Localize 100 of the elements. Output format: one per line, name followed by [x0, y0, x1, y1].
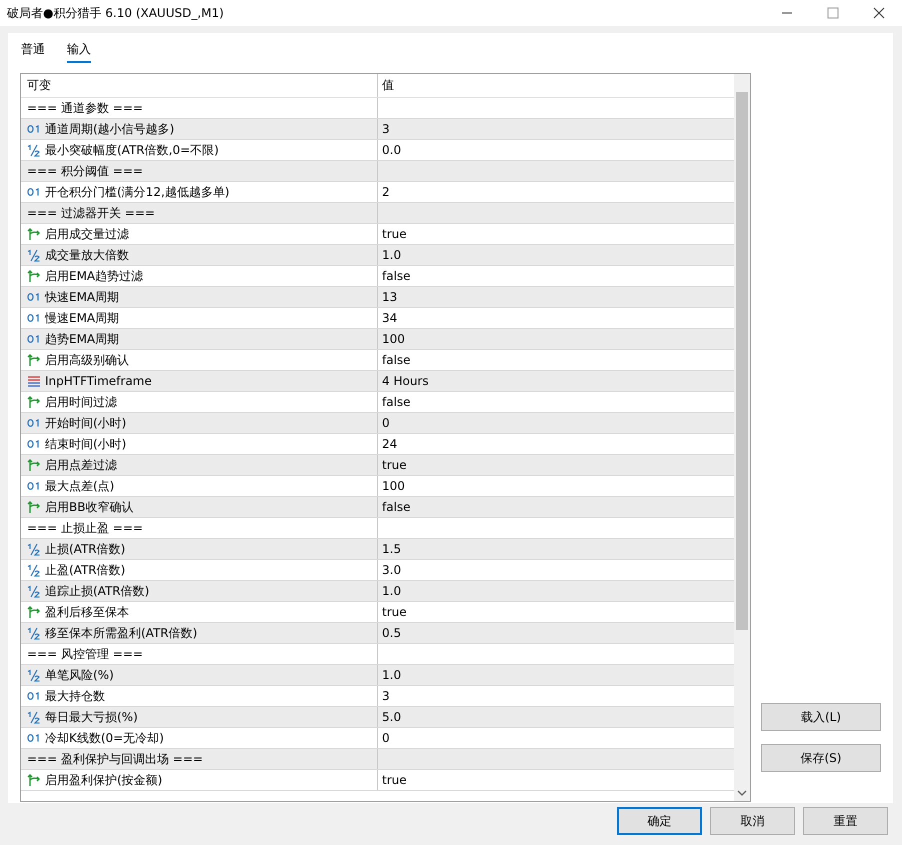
parameter-row[interactable]: 最大持仓数 3: [21, 686, 734, 707]
parameter-row[interactable]: 最小突破幅度(ATR倍数,0=不限) 0.0: [21, 140, 734, 161]
parameter-name: 单笔风险(%): [45, 666, 114, 684]
integer-icon: [27, 691, 41, 701]
chevron-down-icon[interactable]: [737, 790, 747, 796]
fraction-icon: [27, 710, 41, 724]
parameter-row[interactable]: 冷却K线数(0=无冷却) 0: [21, 728, 734, 749]
parameter-row[interactable]: 启用点差过滤 true: [21, 455, 734, 476]
parameter-value[interactable]: 0: [382, 731, 390, 745]
branch-arrow-icon: [27, 270, 41, 282]
parameter-row[interactable]: 结束时间(小时) 24: [21, 434, 734, 455]
tab[interactable]: 输入: [67, 39, 91, 63]
section-title: === 过滤器开关 ===: [27, 204, 155, 222]
dialog-button[interactable]: 取消: [710, 807, 795, 835]
parameter-row[interactable]: 盈利后移至保本 true: [21, 602, 734, 623]
parameter-value[interactable]: 4 Hours: [382, 374, 429, 388]
parameter-row[interactable]: 止盈(ATR倍数) 3.0: [21, 560, 734, 581]
integer-icon: [27, 292, 41, 302]
integer-icon: [27, 418, 41, 428]
parameter-value[interactable]: 34: [382, 311, 398, 325]
parameter-value[interactable]: 2: [382, 185, 390, 199]
parameter-row[interactable]: 启用BB收窄确认 false: [21, 497, 734, 518]
parameter-name: 启用BB收窄确认: [45, 498, 134, 516]
integer-icon: [27, 313, 41, 323]
parameter-value[interactable]: false: [382, 269, 411, 283]
parameter-name: 启用盈利保护(按金额): [45, 772, 162, 788]
parameter-row[interactable]: 单笔风险(%) 1.0: [21, 665, 734, 686]
list-icon: [27, 375, 41, 387]
section-row[interactable]: === 盈利保护与回调出场 ===: [21, 749, 734, 770]
column-header: 可变: [27, 77, 51, 94]
section-row[interactable]: === 过滤器开关 ===: [21, 203, 734, 224]
fraction-icon: [27, 668, 41, 682]
parameter-value[interactable]: 1.5: [382, 542, 402, 556]
parameter-name: 冷却K线数(0=无冷却): [45, 730, 164, 746]
parameter-row[interactable]: 趋势EMA周期 100: [21, 329, 734, 350]
parameter-value[interactable]: 0.5: [382, 626, 402, 640]
parameter-value[interactable]: 3: [382, 689, 390, 703]
parameter-value[interactable]: 0: [382, 416, 390, 430]
parameter-value[interactable]: 24: [382, 437, 398, 451]
parameter-value[interactable]: 3.0: [382, 563, 402, 577]
parameter-value[interactable]: true: [382, 458, 407, 472]
parameter-row[interactable]: 最大点差(点) 100: [21, 476, 734, 497]
parameter-value[interactable]: 1.0: [382, 584, 402, 598]
parameter-row[interactable]: 启用高级别确认 false: [21, 350, 734, 371]
side-button[interactable]: 保存(S): [761, 744, 881, 772]
scrollbar-thumb[interactable]: [736, 92, 748, 630]
parameter-value[interactable]: 0.0: [382, 143, 402, 157]
section-title: === 止损止盈 ===: [27, 520, 143, 536]
parameter-value[interactable]: 5.0: [382, 710, 402, 724]
column-header: 值: [382, 77, 394, 94]
parameter-value[interactable]: 3: [382, 122, 390, 136]
integer-icon: [27, 187, 41, 197]
section-title: === 积分阈值 ===: [27, 162, 143, 180]
parameter-row[interactable]: 成交量放大倍数 1.0: [21, 245, 734, 266]
parameter-row[interactable]: 快速EMA周期 13: [21, 287, 734, 308]
dialog-button[interactable]: 重置: [803, 807, 888, 835]
branch-arrow-icon: [27, 354, 41, 366]
parameter-row[interactable]: 启用盈利保护(按金额) true: [21, 770, 734, 791]
parameter-value[interactable]: 1.0: [382, 248, 402, 262]
parameter-value[interactable]: false: [382, 353, 411, 367]
parameter-row[interactable]: 止损(ATR倍数) 1.5: [21, 539, 734, 560]
parameter-row[interactable]: 开始时间(小时) 0: [21, 413, 734, 434]
section-row[interactable]: === 通道参数 ===: [21, 98, 734, 119]
integer-icon: [27, 334, 41, 344]
side-button[interactable]: 载入(L): [761, 703, 881, 731]
parameter-row[interactable]: InpHTFTimeframe 4 Hours: [21, 371, 734, 392]
parameter-row[interactable]: 慢速EMA周期 34: [21, 308, 734, 329]
parameter-value[interactable]: 100: [382, 332, 405, 346]
parameter-row[interactable]: 启用时间过滤 false: [21, 392, 734, 413]
section-row[interactable]: === 积分阈值 ===: [21, 161, 734, 182]
parameter-value[interactable]: true: [382, 227, 407, 241]
parameter-name: 开仓积分门槛(满分12,越低越多单): [45, 184, 230, 200]
section-row[interactable]: === 止损止盈 ===: [21, 518, 734, 539]
parameter-value[interactable]: 100: [382, 479, 405, 493]
parameter-name: 最小突破幅度(ATR倍数,0=不限): [45, 142, 219, 158]
parameter-value[interactable]: true: [382, 605, 407, 619]
dialog-button[interactable]: 确定: [617, 807, 702, 835]
parameter-row[interactable]: 追踪止损(ATR倍数) 1.0: [21, 581, 734, 602]
parameter-name: 启用成交量过滤: [45, 226, 129, 242]
parameter-value[interactable]: false: [382, 500, 411, 514]
section-row[interactable]: === 风控管理 ===: [21, 644, 734, 665]
parameter-name: 每日最大亏损(%): [45, 708, 138, 726]
parameter-value[interactable]: 13: [382, 290, 398, 304]
parameter-name: 慢速EMA周期: [45, 310, 120, 326]
parameter-row[interactable]: 启用EMA趋势过滤 false: [21, 266, 734, 287]
parameter-name: 启用EMA趋势过滤: [45, 268, 144, 284]
parameter-name: 启用高级别确认: [45, 352, 129, 368]
parameter-row[interactable]: 启用成交量过滤 true: [21, 224, 734, 245]
parameter-value[interactable]: 1.0: [382, 668, 402, 682]
parameter-name: 止盈(ATR倍数): [45, 562, 126, 578]
parameter-name: 成交量放大倍数: [45, 246, 129, 264]
parameter-row[interactable]: 开仓积分门槛(满分12,越低越多单) 2: [21, 182, 734, 203]
parameter-name: 启用时间过滤: [45, 394, 117, 410]
parameter-value[interactable]: false: [382, 395, 411, 409]
parameter-row[interactable]: 每日最大亏损(%) 5.0: [21, 707, 734, 728]
parameter-value[interactable]: true: [382, 773, 407, 787]
scrollbar[interactable]: [734, 74, 750, 801]
parameter-row[interactable]: 移至保本所需盈利(ATR倍数) 0.5: [21, 623, 734, 644]
parameter-row[interactable]: 通道周期(越小信号越多) 3: [21, 119, 734, 140]
tab[interactable]: 普通: [21, 39, 45, 63]
